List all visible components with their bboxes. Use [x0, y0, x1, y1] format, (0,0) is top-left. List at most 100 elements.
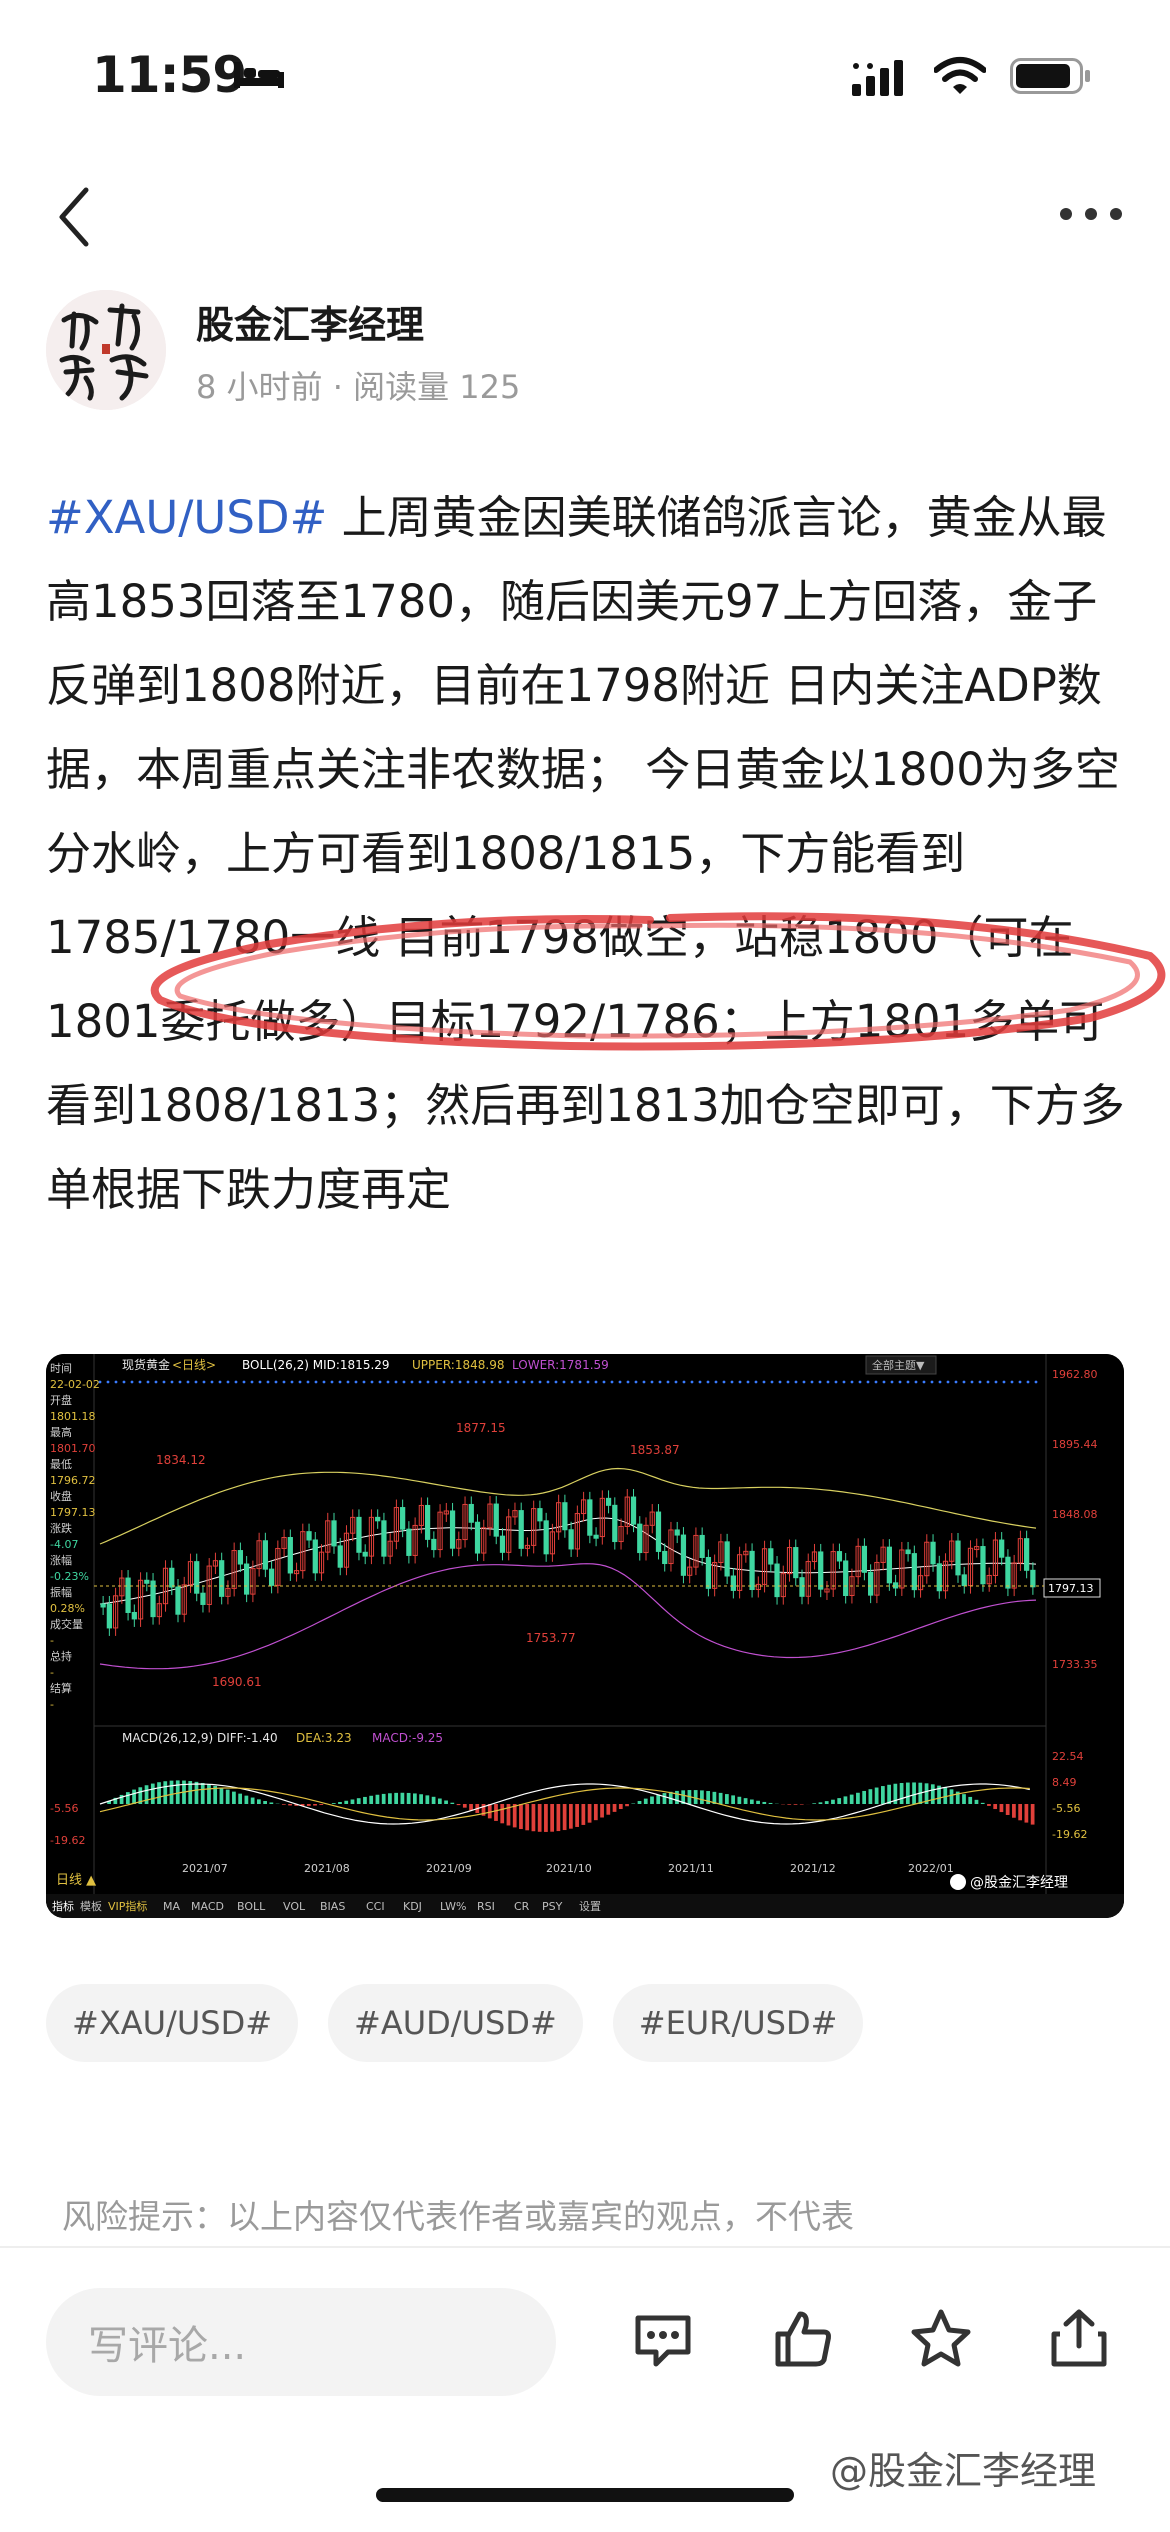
signal-dot: [426, 1380, 430, 1384]
macd-bar: [912, 1782, 916, 1804]
bottom-action-bar: 写评论... @股金汇李经理: [0, 2246, 1170, 2532]
candle-body: [362, 1551, 368, 1557]
macd-bar: [887, 1784, 891, 1804]
macd-bar: [238, 1793, 243, 1804]
signal-dot: [338, 1380, 342, 1384]
comment-icon[interactable]: [630, 2306, 696, 2372]
candle-body: [630, 1496, 637, 1525]
candle-body: [337, 1545, 343, 1568]
macd-bar: [244, 1795, 249, 1804]
macd-bar: [625, 1804, 629, 1807]
candle-body: [930, 1541, 936, 1565]
macd-bar: [338, 1801, 342, 1804]
candle-body: [730, 1575, 736, 1591]
candle-body: [936, 1563, 942, 1592]
post-hashtag-link[interactable]: #XAU/USD#: [46, 491, 327, 544]
tag-aud-usd[interactable]: #AUD/USD#: [328, 1984, 583, 2062]
macd-bar: [749, 1799, 754, 1804]
indicator-tab: 模板: [80, 1899, 102, 1913]
candle-body: [144, 1579, 150, 1584]
signal-dot: [186, 1380, 190, 1384]
signal-dot: [322, 1380, 326, 1384]
macd-bar: [306, 1804, 311, 1806]
candle-body: [637, 1523, 643, 1554]
like-icon[interactable]: [770, 2306, 836, 2372]
signal-dot: [466, 1380, 470, 1384]
signal-dot: [106, 1380, 110, 1384]
macd-bar: [169, 1780, 174, 1804]
signal-dot: [530, 1380, 534, 1384]
signal-dot: [898, 1380, 902, 1384]
macd-bar: [157, 1782, 161, 1804]
signal-dot: [242, 1380, 246, 1384]
macd-bar: [905, 1782, 910, 1804]
macd-bar: [550, 1804, 555, 1832]
macd-bar: [125, 1792, 130, 1804]
signal-dot: [914, 1380, 918, 1384]
macd-left-value: -5.56: [50, 1802, 78, 1815]
signal-dot: [154, 1380, 158, 1384]
signal-dot: [970, 1380, 974, 1384]
candle-body: [312, 1539, 318, 1574]
tag-xau-usd[interactable]: #XAU/USD#: [46, 1984, 299, 2062]
signal-dot: [618, 1380, 622, 1384]
signal-dot: [290, 1380, 294, 1384]
macd-bar: [575, 1804, 579, 1827]
post-time: 8 小时前: [196, 368, 323, 406]
back-icon[interactable]: [50, 182, 100, 252]
macd-bar: [843, 1796, 848, 1804]
price-annotation: 1834.12: [156, 1453, 206, 1467]
month-label: 2021/10: [546, 1862, 592, 1875]
author-name[interactable]: 股金汇李经理: [196, 294, 424, 349]
candle-body: [381, 1520, 387, 1557]
signal-dot: [626, 1380, 630, 1384]
candle-body: [331, 1520, 337, 1547]
indicator-tab: BIAS: [320, 1900, 345, 1913]
candle-body: [749, 1550, 755, 1591]
read-count: 阅读量 125: [353, 368, 521, 406]
share-icon[interactable]: [1046, 2306, 1112, 2372]
signal-dot: [162, 1380, 166, 1384]
macd-bar: [437, 1798, 442, 1804]
macd-bar: [225, 1789, 230, 1804]
tag-eur-usd[interactable]: #EUR/USD#: [612, 1984, 864, 2062]
candle-body: [680, 1534, 687, 1576]
candle-body: [980, 1546, 986, 1585]
panel-label: 收盘: [50, 1489, 72, 1503]
macd-bar: [618, 1804, 623, 1810]
candle-body: [400, 1507, 406, 1530]
signal-dot: [410, 1380, 414, 1384]
macd-bar: [593, 1804, 598, 1821]
signal-dot: [130, 1380, 134, 1384]
panel-value: -: [50, 1634, 54, 1647]
macd-bar: [1024, 1804, 1029, 1823]
comment-input[interactable]: 写评论...: [46, 2288, 556, 2396]
author-avatar[interactable]: [46, 290, 166, 410]
signal-dot: [842, 1380, 846, 1384]
macd-bar: [743, 1798, 748, 1804]
macd-bar: [793, 1804, 798, 1805]
signal-dot: [282, 1380, 286, 1384]
macd-bar: [200, 1782, 205, 1804]
panel-label: 振幅: [50, 1585, 72, 1599]
gold-chart-image[interactable]: 现货黄金 <日线> BOLL(26,2) MID:1815.29 UPPER:1…: [46, 1354, 1124, 1918]
favorite-star-icon[interactable]: [908, 2306, 974, 2372]
signal-dot: [722, 1380, 726, 1384]
indicator-tab: LW%: [440, 1900, 466, 1913]
macd-bar: [637, 1800, 642, 1804]
candle-body: [356, 1516, 362, 1553]
panel-label: 涨幅: [50, 1554, 72, 1567]
macd-label: MACD(26,12,9) DIFF:-1.40: [122, 1731, 278, 1745]
candle-body: [518, 1510, 524, 1549]
more-options-icon[interactable]: [1058, 206, 1124, 222]
chart-watermark: @股金汇李经理: [970, 1875, 1068, 1891]
panel-label: 最低: [50, 1458, 72, 1471]
signal-dot: [522, 1380, 526, 1384]
macd-bar: [363, 1796, 367, 1804]
candle-body: [568, 1529, 574, 1550]
macd-bar: [700, 1790, 704, 1804]
signal-dot: [1002, 1380, 1006, 1384]
candle-body: [911, 1553, 917, 1591]
month-label: 2021/12: [790, 1862, 836, 1875]
home-indicator: [376, 2488, 794, 2502]
